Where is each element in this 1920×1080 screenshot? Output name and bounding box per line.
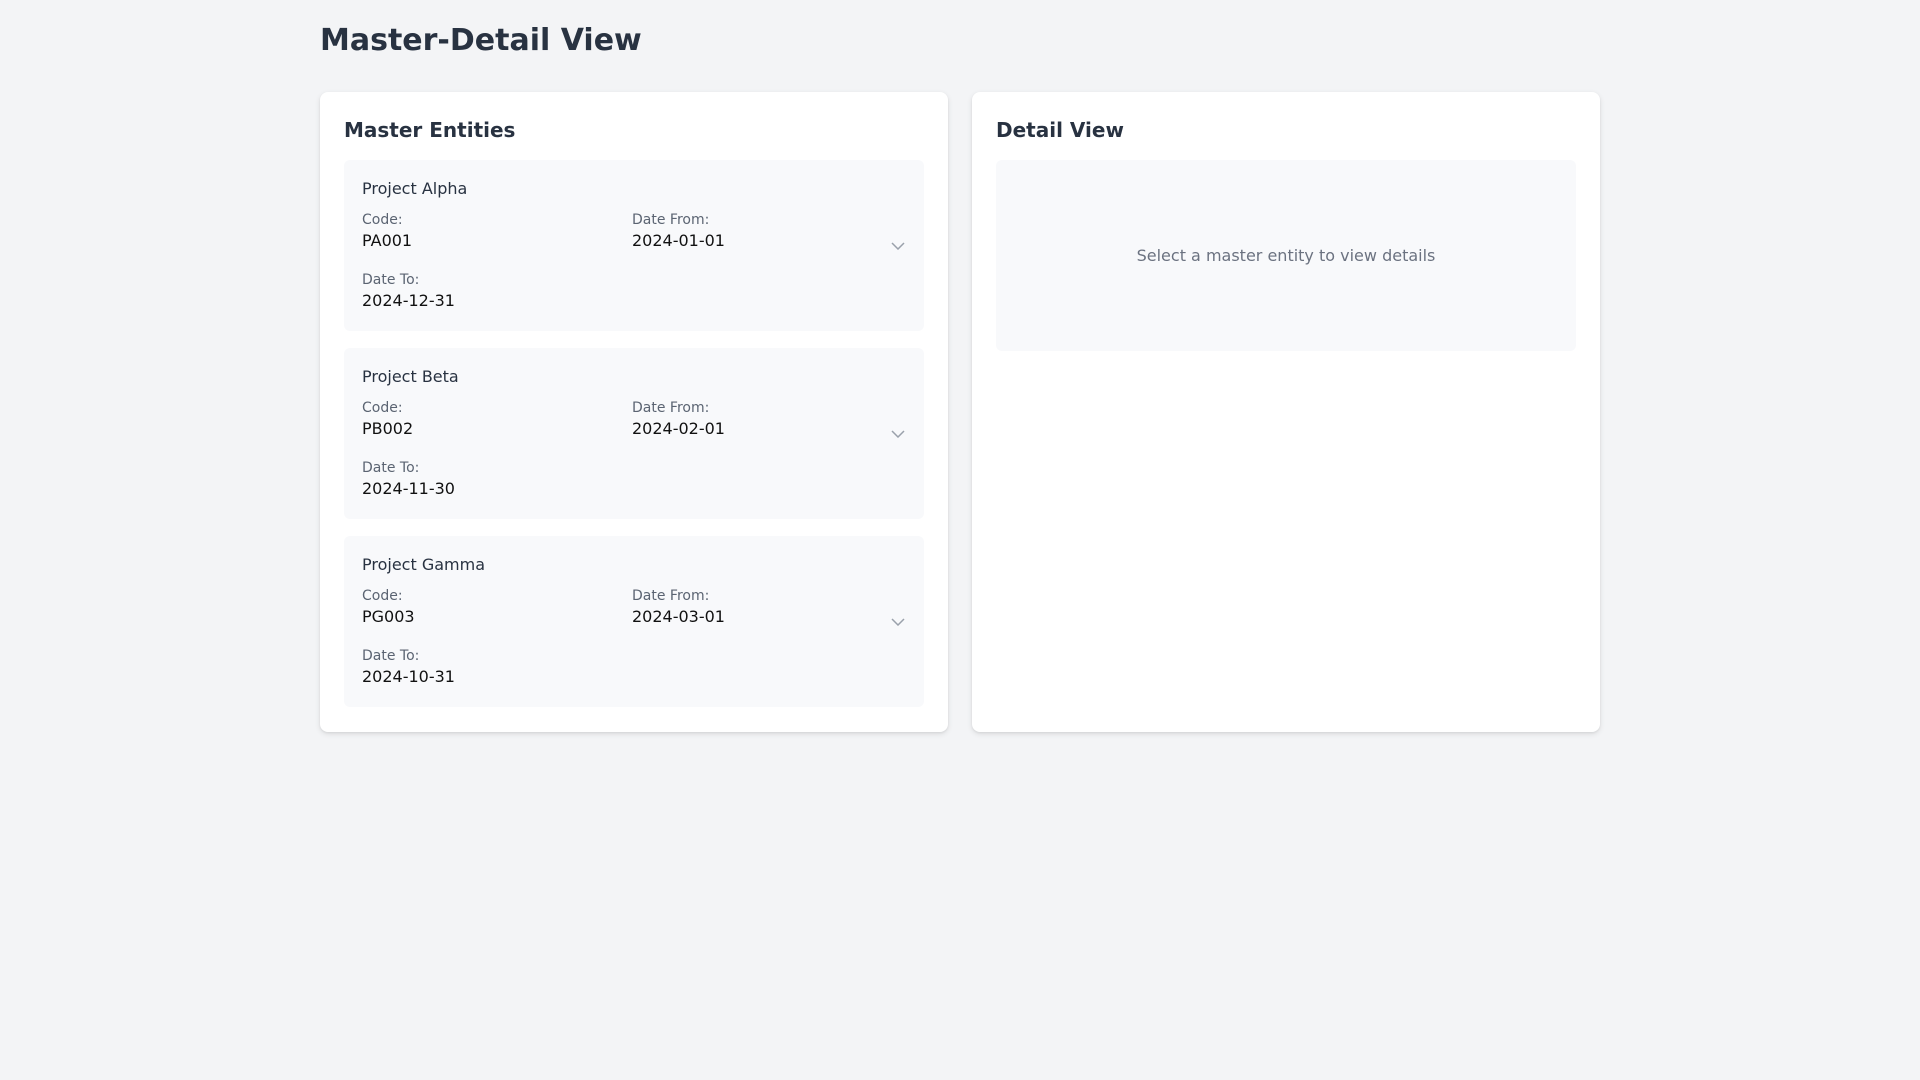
date-from-value: 2024-02-01 [632, 419, 725, 438]
date-from-value: 2024-03-01 [632, 607, 725, 626]
date-to-field: Date To: 2024-10-31 [362, 647, 612, 688]
code-field: Code: PB002 [362, 399, 612, 440]
entity-name: Project Alpha [362, 179, 468, 198]
code-field: Code: PA001 [362, 211, 612, 252]
chevron-down-icon[interactable] [888, 424, 908, 444]
code-value: PG003 [362, 607, 415, 626]
date-to-value: 2024-12-31 [362, 291, 455, 310]
entity-card-project-alpha[interactable]: Project Alpha Code: PA001 Date From: 202… [344, 160, 924, 331]
date-to-field: Date To: 2024-11-30 [362, 459, 612, 500]
code-value: PA001 [362, 231, 413, 250]
master-panel-title: Master Entities [344, 118, 516, 142]
code-label: Code: [362, 212, 403, 228]
code-field: Code: PG003 [362, 587, 612, 628]
chevron-down-icon[interactable] [888, 236, 908, 256]
date-to-label: Date To: [362, 272, 420, 288]
entity-name: Project Gamma [362, 555, 486, 574]
code-value: PB002 [362, 419, 414, 438]
date-from-field: Date From: 2024-02-01 [632, 399, 882, 440]
chevron-down-icon[interactable] [888, 612, 908, 632]
date-to-value: 2024-11-30 [362, 479, 455, 498]
date-to-field: Date To: 2024-12-31 [362, 271, 612, 312]
page-title: Master-Detail View [320, 23, 642, 58]
code-label: Code: [362, 400, 403, 416]
date-from-field: Date From: 2024-01-01 [632, 211, 882, 252]
entity-card-project-gamma[interactable]: Project Gamma Code: PG003 Date From: 202… [344, 536, 924, 707]
date-from-label: Date From: [632, 212, 710, 228]
date-from-field: Date From: 2024-03-01 [632, 587, 882, 628]
entity-name: Project Beta [362, 367, 459, 386]
date-to-label: Date To: [362, 648, 420, 664]
detail-panel: Detail View Select a master entity to vi… [972, 92, 1600, 732]
date-from-value: 2024-01-01 [632, 231, 725, 250]
date-from-label: Date From: [632, 588, 710, 604]
master-panel: Master Entities Project Alpha Code: PA00… [320, 92, 948, 732]
date-from-label: Date From: [632, 400, 710, 416]
date-to-value: 2024-10-31 [362, 667, 455, 686]
date-to-label: Date To: [362, 460, 420, 476]
detail-empty-message: Select a master entity to view details [1136, 246, 1436, 265]
entity-card-project-beta[interactable]: Project Beta Code: PB002 Date From: 2024… [344, 348, 924, 519]
detail-panel-title: Detail View [996, 118, 1124, 142]
code-label: Code: [362, 588, 403, 604]
detail-empty-state: Select a master entity to view details [996, 160, 1576, 351]
